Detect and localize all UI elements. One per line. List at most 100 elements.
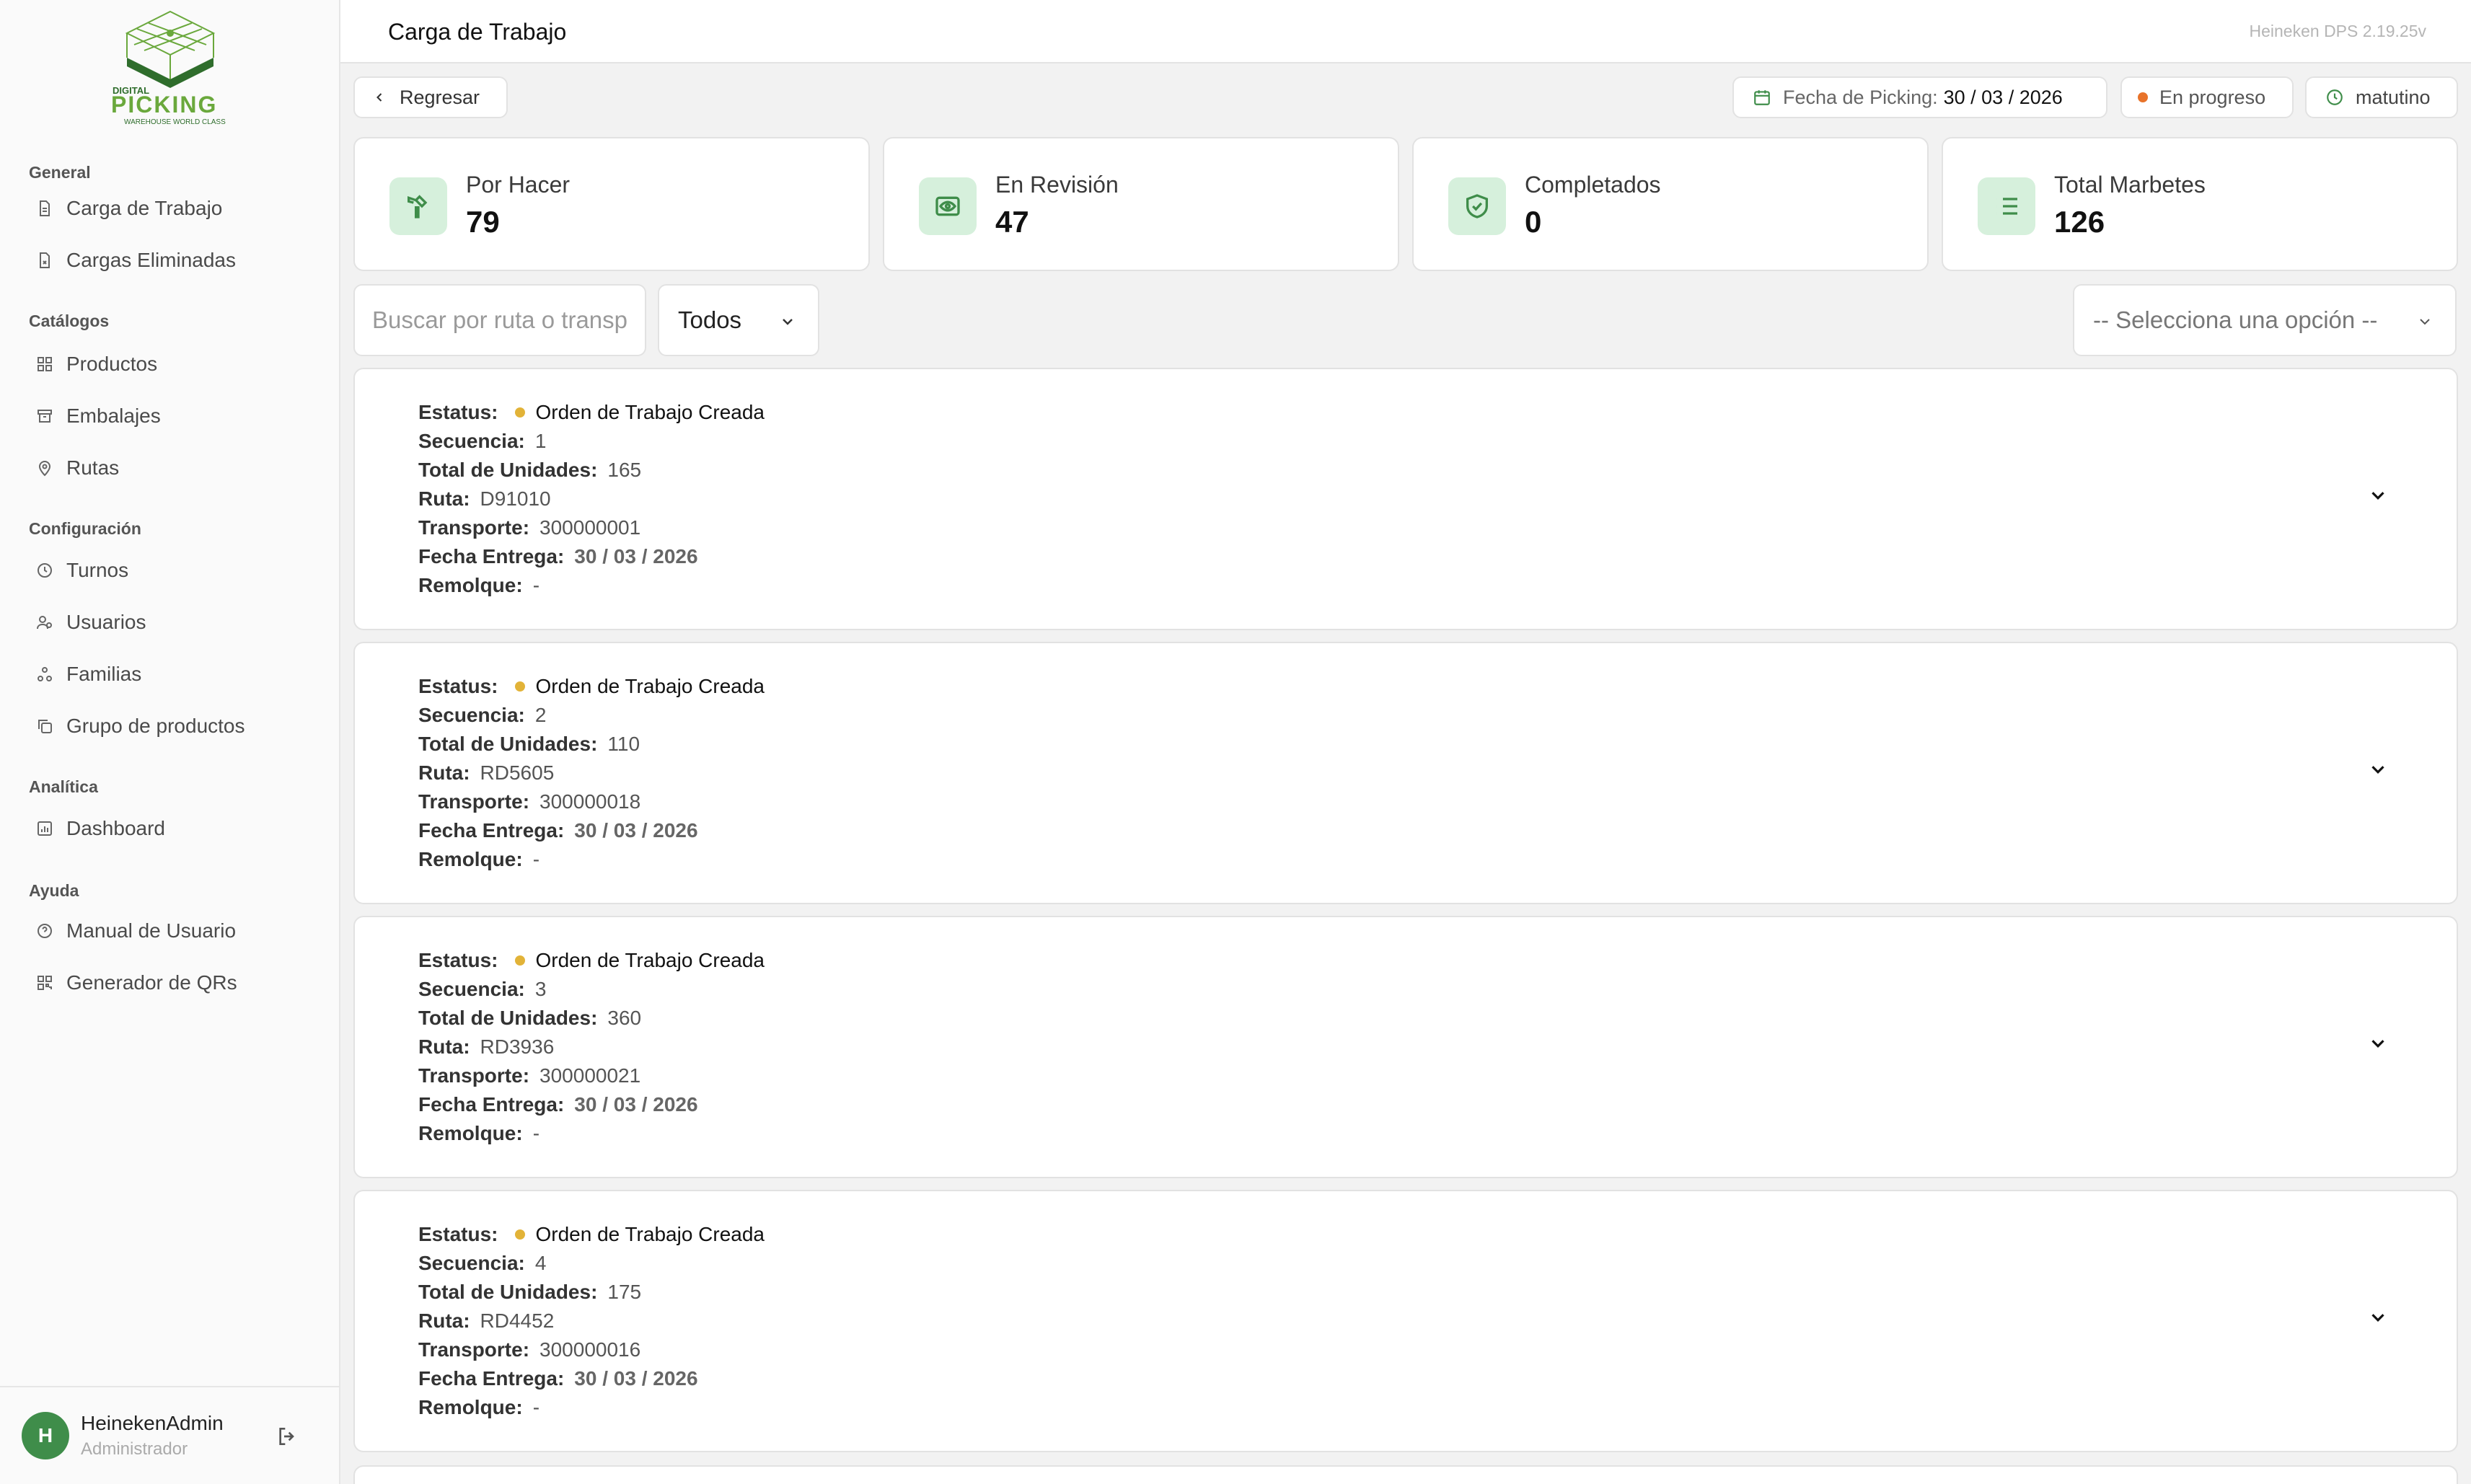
sidebar-item-productos[interactable]: Productos [35, 345, 157, 384]
sequence-label: Secuencia: [418, 1252, 525, 1274]
picking-date-chip[interactable]: Fecha de Picking: 30 / 03 / 2026 [1732, 76, 2107, 118]
sequence-value: 2 [534, 704, 547, 726]
order-card[interactable]: Estatus: Orden de Trabajo Creada Secuenci… [353, 368, 2458, 630]
sequence-label: Secuencia: [418, 704, 525, 726]
sequence-value: 3 [534, 978, 547, 1000]
shift-label: matutino [2356, 86, 2431, 108]
help-icon [35, 921, 55, 941]
route-value: RD3936 [480, 1035, 555, 1058]
chevron-down-icon[interactable] [2367, 485, 2389, 506]
nav-group-analitica: Analítica [29, 777, 98, 796]
delivery-label: Fecha Entrega: [418, 1367, 565, 1390]
clock-icon [2325, 88, 2344, 107]
sidebar-item-label: Manual de Usuario [66, 919, 237, 942]
sidebar-item-label: Cargas Eliminadas [66, 249, 236, 271]
stat-label: Total Marbetes [2054, 172, 2206, 198]
app-version: Heineken DPS 2.19.25v [2249, 22, 2427, 40]
search-input[interactable] [353, 284, 646, 356]
sidebar-item-manual-de-usuario[interactable]: Manual de Usuario [35, 911, 236, 950]
status-label: Estatus: [418, 949, 498, 971]
units-label: Total de Unidades: [418, 1281, 598, 1303]
transport-label: Transporte: [418, 1064, 530, 1087]
file-icon [35, 198, 55, 218]
status-label: Estatus: [418, 401, 498, 423]
stat-value: 47 [995, 205, 1029, 239]
delivery-label: Fecha Entrega: [418, 545, 565, 567]
units-value: 360 [607, 1007, 642, 1029]
nav-group-ayuda: Ayuda [29, 881, 79, 900]
sequence-value: 1 [534, 430, 547, 452]
sidebar-item-carga-de-trabajo[interactable]: Carga de Trabajo [35, 189, 222, 228]
sidebar-item-embalajes[interactable]: Embalajes [35, 397, 161, 436]
sidebar: DIGITAL PICKING WAREHOUSE WORLD CLASS Ge… [0, 0, 340, 1484]
trailer-label: Remolque: [418, 574, 523, 596]
users-icon [35, 612, 55, 632]
sidebar-item-cargas-eliminadas[interactable]: Cargas Eliminadas [35, 241, 236, 280]
sidebar-item-rutas[interactable]: Rutas [35, 449, 119, 487]
top-bar: Carga de Trabajo Heineken DPS 2.19.25v [340, 0, 2471, 63]
chevron-down-icon[interactable] [2367, 1307, 2389, 1328]
shift-chip: matutino [2305, 76, 2458, 118]
stat-value: 79 [466, 205, 500, 239]
route-value: RD5605 [480, 761, 555, 784]
stat-value: 0 [1525, 205, 1542, 239]
sidebar-item-label: Productos [66, 353, 158, 375]
transport-label: Transporte: [418, 516, 530, 539]
sidebar-item-label: Dashboard [66, 817, 165, 839]
logout-icon[interactable] [276, 1425, 299, 1448]
delivery-value: 30 / 03 / 2026 [574, 545, 698, 567]
status-dot [515, 407, 526, 418]
trailer-label: Remolque: [418, 1122, 523, 1144]
status-chip: En progreso [2120, 76, 2294, 118]
sidebar-item-familias[interactable]: Familias [35, 655, 141, 694]
sidebar-item-label: Usuarios [66, 611, 146, 633]
user-name: HeinekenAdmin [81, 1412, 224, 1434]
delivery-value: 30 / 03 / 2026 [574, 1367, 698, 1390]
status-value: Orden de Trabajo Creada [535, 401, 765, 423]
transport-value: 300000001 [539, 516, 641, 539]
transport-value: 300000016 [539, 1338, 641, 1361]
chevron-down-icon[interactable] [2367, 1033, 2389, 1054]
sequence-label: Secuencia: [418, 430, 525, 452]
units-label: Total de Unidades: [418, 1007, 598, 1029]
back-button[interactable]: Regresar [353, 76, 508, 118]
trailer-label: Remolque: [418, 1396, 523, 1418]
chevron-left-icon [372, 90, 387, 105]
back-button-label: Regresar [400, 86, 480, 108]
order-card[interactable]: Estatus: Orden de Trabajo Creada Secuenci… [353, 642, 2458, 904]
svg-text:WAREHOUSE WORLD CLASS: WAREHOUSE WORLD CLASS [124, 118, 226, 126]
sidebar-item-label: Rutas [66, 456, 120, 479]
sidebar-item-label: Generador de QRs [66, 971, 237, 994]
sidebar-item-label: Embalajes [66, 405, 161, 427]
avatar: H [22, 1412, 69, 1459]
stat-card-en-revision: En Revisión 47 [883, 137, 1399, 271]
route-label: Ruta: [418, 1309, 470, 1332]
order-card[interactable] [353, 1465, 2458, 1484]
status-dot [515, 955, 526, 966]
page-title: Carga de Trabajo [388, 19, 567, 45]
sequence-value: 4 [534, 1252, 547, 1274]
status-dot [2138, 92, 2148, 102]
status-label: Estatus: [418, 1223, 498, 1245]
copy-icon [35, 716, 55, 736]
order-card[interactable]: Estatus: Orden de Trabajo Creada Secuenci… [353, 1190, 2458, 1452]
chart-icon [35, 818, 55, 839]
transport-value: 300000021 [539, 1064, 641, 1087]
sidebar-item-label: Carga de Trabajo [66, 197, 223, 219]
status-filter-select[interactable]: Todos [658, 284, 819, 356]
transport-value: 300000018 [539, 790, 641, 813]
sidebar-item-usuarios[interactable]: Usuarios [35, 603, 146, 642]
chevron-down-icon[interactable] [2367, 759, 2389, 780]
order-card[interactable]: Estatus: Orden de Trabajo Creada Secuenci… [353, 916, 2458, 1178]
svg-text:PICKING: PICKING [111, 92, 217, 118]
archive-icon [35, 406, 55, 426]
sidebar-item-generador-de-qrs[interactable]: Generador de QRs [35, 963, 237, 1002]
option-select[interactable]: -- Selecciona una opción -- [2073, 284, 2457, 356]
qr-icon [35, 973, 55, 993]
sidebar-item-dashboard[interactable]: Dashboard [35, 809, 165, 848]
stat-card-por-hacer: Por Hacer 79 [353, 137, 870, 271]
grid-icon [35, 354, 55, 374]
sidebar-item-turnos[interactable]: Turnos [35, 551, 128, 590]
chevron-down-icon [783, 319, 793, 325]
sidebar-item-grupo-de-productos[interactable]: Grupo de productos [35, 707, 245, 746]
